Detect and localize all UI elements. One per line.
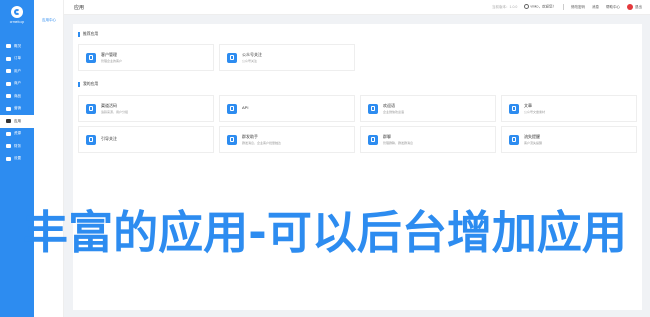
brand[interactable]: crmeb.cp (0, 6, 34, 24)
app-icon (509, 134, 519, 145)
sidebar: crmeb.cp 概况 订单 用户 商户 商品 营销 应用 资源 财务 设置 (0, 0, 34, 317)
app-card-desc: 管理企业的客户 (101, 59, 123, 64)
sidebar-item-resources[interactable]: 资源 (0, 128, 34, 141)
logout-label: 退出 (635, 4, 642, 9)
change-password-link[interactable]: 修改密码 (571, 5, 585, 10)
sidebar-item-label: 商品 (14, 93, 21, 98)
sidebar-item-label: 商户 (14, 81, 21, 86)
divider (563, 4, 564, 10)
app-card-desc: 公众号关注 (242, 59, 258, 64)
app-card-churn-alert[interactable]: 流失提醒客户流失提醒 (501, 126, 637, 153)
users-icon (5, 68, 11, 74)
app-card-title: 流失提醒 (524, 133, 540, 139)
user-greeting: vinko，欢迎您！ (530, 4, 556, 9)
app-center-panel: 推荐应用 客户管理 管理企业的客户 公众号关注 公众号关注 我的应用 渠道活码 追踪来… (73, 24, 642, 310)
sidebar-item-apps[interactable]: 应用 (0, 115, 34, 128)
sidebar-item-label: 用户 (14, 68, 21, 73)
sidebar-item-label: 资源 (14, 131, 21, 136)
app-card-follow-guide[interactable]: 引导关注 (78, 126, 214, 153)
app-card-desc: 客户流失提醒 (524, 141, 543, 146)
merchant-icon (5, 81, 11, 87)
sidebar-item-label: 设置 (14, 156, 21, 161)
app-card-title: 欢迎语 (383, 102, 395, 108)
app-icon (86, 52, 96, 63)
app-card-title: 文章 (524, 102, 532, 108)
logout-button[interactable]: 退出 (627, 4, 642, 10)
section-title-mine: 我的应用 (78, 82, 98, 87)
home-icon (5, 43, 11, 49)
app-card-channel-code[interactable]: 渠道活码追踪来源，用户分组 (78, 95, 214, 122)
sidebar-item-products[interactable]: 商品 (0, 90, 34, 103)
promo-banner-text: 丰富的应用-可以后台增加应用 (23, 206, 627, 259)
app-card-title: 群聊 (383, 133, 391, 139)
sidebar-item-overview[interactable]: 概况 (0, 40, 34, 53)
brand-logo-icon (11, 6, 23, 18)
app-icon (227, 134, 237, 145)
app-card-title: 渠道活码 (101, 102, 117, 108)
finance-icon (5, 143, 11, 149)
sidebar-item-label: 营销 (14, 106, 21, 111)
app-card-welcome-message[interactable]: 欢迎语企业微信欢迎语 (360, 95, 496, 122)
app-icon (368, 134, 378, 145)
app-card-title: 客户管理 (101, 51, 117, 57)
sidebar-item-label: 财务 (14, 143, 21, 148)
app-card-official-account[interactable]: 公众号关注 公众号关注 (219, 44, 355, 71)
order-icon (5, 56, 11, 62)
app-card-desc: 公众号文章素材 (524, 110, 546, 115)
app-card-desc: 企业微信欢迎语 (383, 110, 405, 115)
app-icon (227, 103, 237, 114)
app-card-customer-management[interactable]: 客户管理管理企业的客户 (78, 44, 214, 71)
app-card-group-chat[interactable]: 群聊管理群聊，群发群消息 (360, 126, 496, 153)
top-bar-actions: 当前版本：1.0.0 vinko，欢迎您！ 修改密码 消息 帮助中心 退出 (492, 4, 642, 10)
avatar (627, 4, 633, 10)
sidebar-item-finance[interactable]: 财务 (0, 140, 34, 153)
user-location[interactable]: vinko，欢迎您！ (524, 4, 556, 10)
grid-icon (5, 118, 11, 124)
app-card-title: API (242, 105, 249, 111)
app-card-desc: 群发消息，企业客户批量触达 (242, 141, 282, 146)
sidebar-item-users[interactable]: 用户 (0, 65, 34, 78)
sidebar-item-settings[interactable]: 设置 (0, 153, 34, 166)
page-title: 应用 (74, 4, 85, 11)
app-card-mass-assistant[interactable]: 群发助手群发消息，企业客户批量触达 (219, 126, 355, 153)
app-card-title: 公众号关注 (242, 51, 262, 57)
location-pin-icon (524, 4, 530, 10)
app-card-title: 引导关注 (101, 135, 117, 141)
app-card-desc: 管理群聊，群发群消息 (383, 141, 414, 146)
sidebar-item-label: 应用 (14, 118, 21, 123)
sidebar-item-label: 概况 (14, 43, 21, 48)
sub-sidebar-item-app-center[interactable]: 应用中心 (34, 0, 63, 23)
app-icon (86, 103, 96, 114)
app-card-articles[interactable]: 文章 公众号文章素材 (501, 95, 637, 122)
sidebar-item-orders[interactable]: 订单 (0, 53, 34, 66)
app-icon (368, 103, 378, 114)
version-hint: 当前版本：1.0.0 (492, 4, 518, 9)
marketing-icon (5, 106, 11, 112)
top-bar: 应用 当前版本：1.0.0 vinko，欢迎您！ 修改密码 消息 帮助中心 退出 (64, 0, 650, 15)
gear-icon (5, 156, 11, 162)
brand-name: crmeb.cp (9, 20, 25, 24)
app-icon (86, 134, 96, 145)
sidebar-item-merchants[interactable]: 商户 (0, 78, 34, 91)
sidebar-item-marketing[interactable]: 营销 (0, 103, 34, 116)
sidebar-nav: 概况 订单 用户 商户 商品 营销 应用 资源 财务 设置 (0, 40, 34, 165)
app-card-title: 群发助手 (242, 133, 258, 139)
help-center-link[interactable]: 帮助中心 (606, 5, 620, 10)
messages-link[interactable]: 消息 (592, 5, 599, 10)
app-icon (509, 103, 519, 114)
section-title-featured: 推荐应用 (78, 32, 98, 37)
app-card-desc: 追踪来源，用户分组 (101, 110, 129, 115)
app-icon (227, 52, 237, 63)
sub-sidebar: 应用中心 (34, 0, 64, 317)
sidebar-item-label: 订单 (14, 56, 21, 61)
bag-icon (5, 93, 11, 99)
app-card-api[interactable]: API (219, 95, 355, 122)
resource-icon (5, 131, 11, 137)
